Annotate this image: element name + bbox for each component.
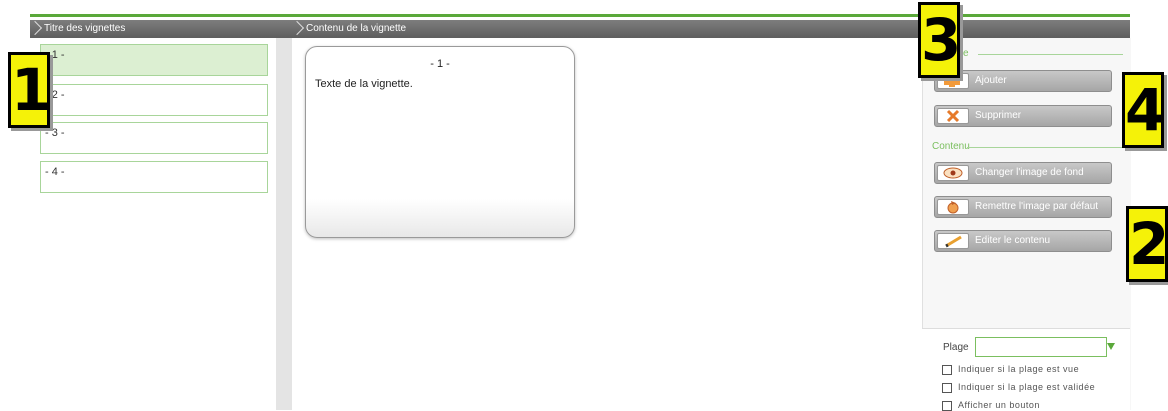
section-contenu-title: Contenu [932,141,970,152]
callout-3: 3 [918,2,961,78]
vignette-card[interactable]: - 1 - Texte de la vignette. [305,46,575,238]
vignette-item-2[interactable]: - 2 - [40,84,268,116]
header-titles: Titre des vignettes [30,20,292,38]
checkbox-vue[interactable] [942,365,952,375]
reset-image-label: Remettre l'image par défaut [975,201,1099,212]
vignette-item-label: - 3 - [45,127,65,139]
change-background-button[interactable]: Changer l'image de fond [934,162,1112,184]
eye-icon [937,165,969,181]
delete-button[interactable]: Supprimer [934,105,1112,127]
vignette-item-1[interactable]: - 1 - [40,44,268,76]
dropdown-arrow-icon[interactable] [1107,343,1115,350]
plage-label: Plage [943,342,969,353]
vignette-item-3[interactable]: - 3 - [40,122,268,154]
delete-icon [937,108,969,124]
edit-content-label: Editer le contenu [975,235,1051,246]
reset-icon [937,199,969,215]
checkbox-validee-label: Indiquer si la plage est validée [958,382,1096,392]
vignette-item-4[interactable]: - 4 - [40,161,268,193]
header-content-label: Contenu de la vignette [306,23,407,34]
plage-input[interactable] [975,337,1107,357]
checkbox-validee[interactable] [942,383,952,393]
checkbox-vue-label: Indiquer si la plage est vue [958,364,1080,374]
pencil-icon [937,233,969,249]
vignette-item-label: - 4 - [45,166,65,178]
scrollbar[interactable] [276,38,292,410]
edit-content-button[interactable]: Editer le contenu [934,230,1112,252]
callout-4: 4 [1122,72,1165,148]
callout-2: 2 [1126,206,1168,282]
add-button-label: Ajouter [975,75,1007,86]
card-body: Texte de la vignette. [315,78,413,90]
checkbox-bouton-label: Afficher un bouton [958,400,1040,410]
section-divider [978,54,1123,55]
chevron-right-icon [294,20,304,38]
header-titles-label: Titre des vignettes [44,23,126,34]
delete-button-label: Supprimer [975,110,1022,121]
card-title: - 1 - [430,58,450,70]
section-divider [967,147,1123,148]
chevron-right-icon [32,20,42,38]
change-background-label: Changer l'image de fond [975,167,1084,178]
callout-1: 1 [8,52,51,128]
header-content: Contenu de la vignette [292,20,1130,38]
accent-line [30,14,1130,17]
reset-image-button[interactable]: Remettre l'image par défaut [934,196,1112,218]
